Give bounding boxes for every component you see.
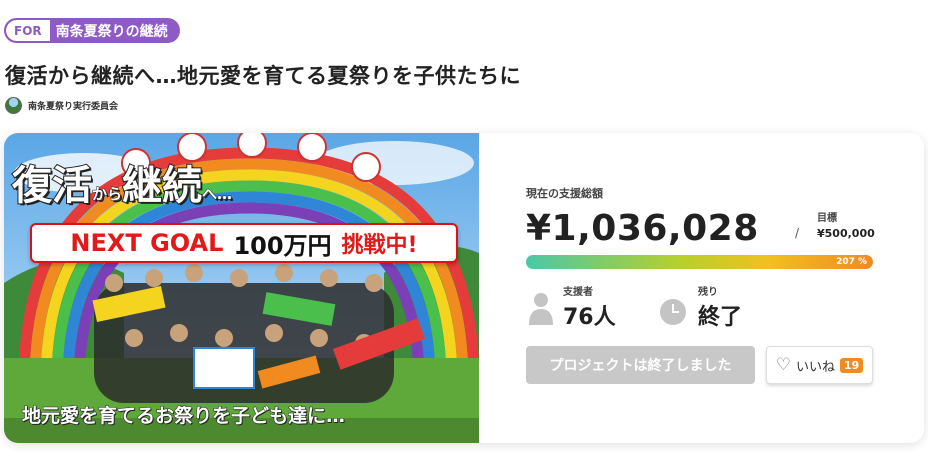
- hero-headline-main: 復活: [11, 162, 93, 210]
- heart-icon: ♡: [775, 354, 791, 375]
- project-card: 復活から継続へ… NEXT GOAL 100万円 挑戦中! 地元愛を育てるお祭り…: [4, 133, 924, 443]
- badge-name: 南条夏祭りの継続: [55, 23, 168, 40]
- hero-headline-he: へ…: [202, 185, 233, 204]
- supporter-icon: [529, 293, 553, 325]
- next-goal-banner: NEXT GOAL 100万円 挑戦中!: [30, 223, 458, 263]
- owner-name: 南条夏祭り実行委員会: [28, 102, 119, 112]
- progress-fill: [526, 255, 873, 269]
- like-button[interactable]: ♡ いいね 19: [766, 346, 873, 384]
- project-ended-button[interactable]: プロジェクトは終了しました: [526, 346, 755, 384]
- total-amount: ¥1,036,028: [526, 208, 759, 249]
- hero-headline-second: 継続: [121, 162, 203, 210]
- target-slash: /: [795, 226, 800, 240]
- category-badge[interactable]: FOR 南条夏祭りの継続: [4, 18, 180, 43]
- hero-bottom-text: 地元愛を育てるお祭りを子ども達に…: [21, 405, 346, 428]
- progress-bar: 207 %: [526, 255, 873, 269]
- funding-stats: 現在の支援総額 ¥1,036,028 目標 / ¥500,000 207 % 支…: [479, 133, 924, 443]
- like-count: 19: [839, 357, 864, 373]
- clock-icon: [660, 299, 686, 325]
- target-amount: ¥500,000: [817, 227, 875, 240]
- like-label: いいね: [795, 359, 835, 375]
- project-title: 復活から継続へ…地元愛を育てる夏祭りを子供たちに: [5, 64, 521, 88]
- hero-image: 復活から継続へ… NEXT GOAL 100万円 挑戦中! 地元愛を育てるお祭り…: [4, 133, 479, 443]
- goal-amount: 100万円: [233, 231, 332, 260]
- progress-percent: 207 %: [836, 257, 867, 267]
- supporters-value: 76人: [563, 305, 616, 330]
- goal-suffix: 挑戦中!: [341, 233, 418, 258]
- remaining-value: 終了: [698, 305, 743, 330]
- target-label: 目標: [817, 213, 837, 224]
- goal-label: NEXT GOAL: [70, 229, 224, 257]
- hero-headline: 復活から継続へ…: [11, 153, 233, 211]
- supporters-label: 支援者: [563, 287, 593, 298]
- total-label: 現在の支援総額: [526, 187, 603, 200]
- badge-prefix: FOR: [6, 20, 50, 41]
- owner-avatar-icon: [5, 97, 22, 114]
- hero-headline-kara: から: [91, 185, 123, 204]
- remaining-label: 残り: [698, 287, 718, 298]
- project-owner[interactable]: 南条夏祭り実行委員会: [5, 97, 118, 114]
